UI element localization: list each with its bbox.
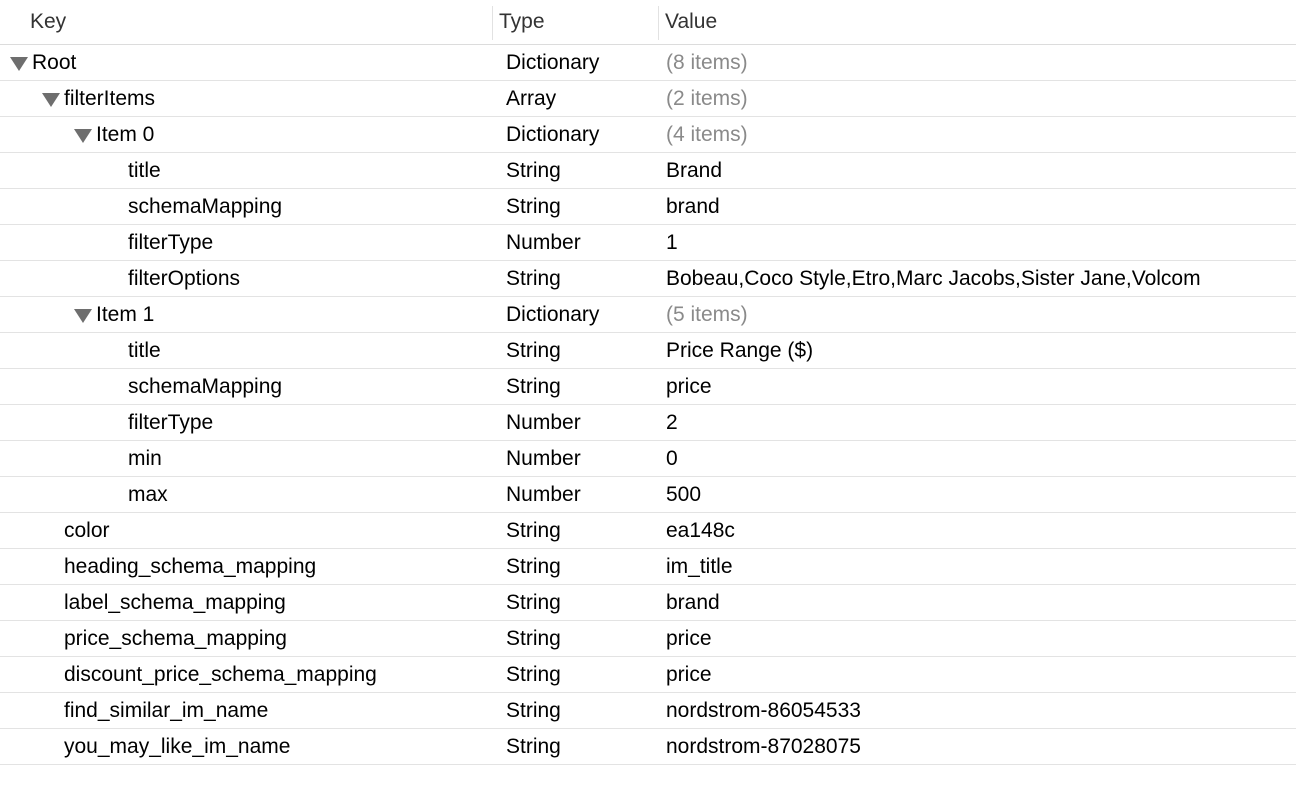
property-list-rows: Root Dictionary (8 items) filterItems Array (… xyxy=(0,45,1296,765)
plist-row[interactable]: title String Price Range ($) xyxy=(0,333,1296,369)
value-cell[interactable]: price xyxy=(666,657,712,692)
plist-row[interactable]: color String ea148c xyxy=(0,513,1296,549)
plist-row[interactable]: Item 0 Dictionary (4 items) xyxy=(0,117,1296,153)
type-cell[interactable]: String xyxy=(506,729,561,764)
key-cell[interactable]: min xyxy=(128,441,162,476)
type-cell[interactable]: Number xyxy=(506,405,581,440)
key-cell[interactable]: price_schema_mapping xyxy=(64,621,287,656)
plist-row[interactable]: filterType Number 1 xyxy=(0,225,1296,261)
key-cell[interactable]: filterType xyxy=(128,225,213,260)
type-cell[interactable]: String xyxy=(506,549,561,584)
disclosure-triangle-icon[interactable] xyxy=(74,129,92,143)
value-cell: (8 items) xyxy=(666,51,748,74)
key-cell[interactable]: filterItems xyxy=(64,81,155,116)
key-cell[interactable]: label_schema_mapping xyxy=(64,585,286,620)
value-column-header[interactable]: Value xyxy=(665,0,717,44)
value-cell[interactable]: nordstrom-87028075 xyxy=(666,729,861,764)
key-cell[interactable]: you_may_like_im_name xyxy=(64,729,290,764)
type-cell[interactable]: String xyxy=(506,189,561,224)
key-cell[interactable]: schemaMapping xyxy=(128,369,282,404)
disclosure-triangle-icon[interactable] xyxy=(10,57,28,71)
type-cell[interactable]: String xyxy=(506,693,561,728)
plist-row[interactable]: find_similar_im_name String nordstrom-8605… xyxy=(0,693,1296,729)
key-cell[interactable]: Item 1 xyxy=(96,297,154,332)
key-cell[interactable]: color xyxy=(64,513,110,548)
value-cell[interactable]: price xyxy=(666,621,712,656)
disclosure-triangle-icon[interactable] xyxy=(74,309,92,323)
key-cell[interactable]: title xyxy=(128,333,161,368)
type-cell[interactable]: Number xyxy=(506,225,581,260)
plist-row[interactable]: min Number 0 xyxy=(0,441,1296,477)
value-cell[interactable]: brand xyxy=(666,585,720,620)
key-cell[interactable]: find_similar_im_name xyxy=(64,693,268,728)
plist-row[interactable]: Root Dictionary (8 items) xyxy=(0,45,1296,81)
key-cell[interactable]: Root xyxy=(32,45,76,80)
plist-row[interactable]: price_schema_mapping String price xyxy=(0,621,1296,657)
plist-row[interactable]: heading_schema_mapping String im_title xyxy=(0,549,1296,585)
key-cell[interactable]: title xyxy=(128,153,161,188)
type-cell[interactable]: String xyxy=(506,621,561,656)
column-separator[interactable] xyxy=(658,6,659,40)
type-cell[interactable]: String xyxy=(506,585,561,620)
value-cell: (4 items) xyxy=(666,123,748,146)
value-cell[interactable]: 1 xyxy=(666,225,678,260)
value-cell[interactable]: im_title xyxy=(666,549,733,584)
value-cell[interactable]: 2 xyxy=(666,405,678,440)
type-cell[interactable]: String xyxy=(506,657,561,692)
plist-row[interactable]: title String Brand xyxy=(0,153,1296,189)
plist-row[interactable]: schemaMapping String brand xyxy=(0,189,1296,225)
type-cell[interactable]: Dictionary xyxy=(506,117,599,152)
plist-row[interactable]: schemaMapping String price xyxy=(0,369,1296,405)
value-cell[interactable]: nordstrom-86054533 xyxy=(666,693,861,728)
column-header: Key Type Value xyxy=(0,0,1296,45)
plist-row[interactable]: max Number 500 xyxy=(0,477,1296,513)
type-cell[interactable]: String xyxy=(506,333,561,368)
value-cell[interactable]: Bobeau,Coco Style,Etro,Marc Jacobs,Siste… xyxy=(666,261,1201,296)
plist-row[interactable]: filterType Number 2 xyxy=(0,405,1296,441)
key-cell[interactable]: filterOptions xyxy=(128,261,240,296)
value-cell: (2 items) xyxy=(666,87,748,110)
value-cell[interactable]: 0 xyxy=(666,441,678,476)
key-cell[interactable]: Item 0 xyxy=(96,117,154,152)
key-cell[interactable]: schemaMapping xyxy=(128,189,282,224)
plist-editor: Key Type Value Root Dictionary (8 items) fi… xyxy=(0,0,1296,765)
plist-row[interactable]: filterItems Array (2 items) xyxy=(0,81,1296,117)
value-cell[interactable]: Price Range ($) xyxy=(666,333,813,368)
key-cell[interactable]: max xyxy=(128,477,168,512)
key-column-header[interactable]: Key xyxy=(30,0,66,44)
key-cell[interactable]: heading_schema_mapping xyxy=(64,549,316,584)
type-cell[interactable]: Array xyxy=(506,81,556,116)
type-cell[interactable]: String xyxy=(506,369,561,404)
value-cell: (5 items) xyxy=(666,303,748,326)
plist-row[interactable]: discount_price_schema_mapping String price xyxy=(0,657,1296,693)
type-cell[interactable]: Dictionary xyxy=(506,297,599,332)
value-cell[interactable]: brand xyxy=(666,189,720,224)
type-cell[interactable]: Number xyxy=(506,477,581,512)
plist-row[interactable]: Item 1 Dictionary (5 items) xyxy=(0,297,1296,333)
key-cell[interactable]: filterType xyxy=(128,405,213,440)
type-column-header[interactable]: Type xyxy=(499,0,545,44)
value-cell[interactable]: 500 xyxy=(666,477,701,512)
plist-row[interactable]: you_may_like_im_name String nordstrom-8702… xyxy=(0,729,1296,765)
type-cell[interactable]: String xyxy=(506,261,561,296)
value-cell[interactable]: price xyxy=(666,369,712,404)
column-separator[interactable] xyxy=(492,6,493,40)
type-cell[interactable]: String xyxy=(506,153,561,188)
type-cell[interactable]: Dictionary xyxy=(506,45,599,80)
key-cell[interactable]: discount_price_schema_mapping xyxy=(64,657,377,692)
value-cell[interactable]: Brand xyxy=(666,153,722,188)
type-cell[interactable]: Number xyxy=(506,441,581,476)
plist-row[interactable]: label_schema_mapping String brand xyxy=(0,585,1296,621)
plist-row[interactable]: filterOptions String Bobeau,Coco Style,Etr… xyxy=(0,261,1296,297)
value-cell[interactable]: ea148c xyxy=(666,513,735,548)
type-cell[interactable]: String xyxy=(506,513,561,548)
disclosure-triangle-icon[interactable] xyxy=(42,93,60,107)
